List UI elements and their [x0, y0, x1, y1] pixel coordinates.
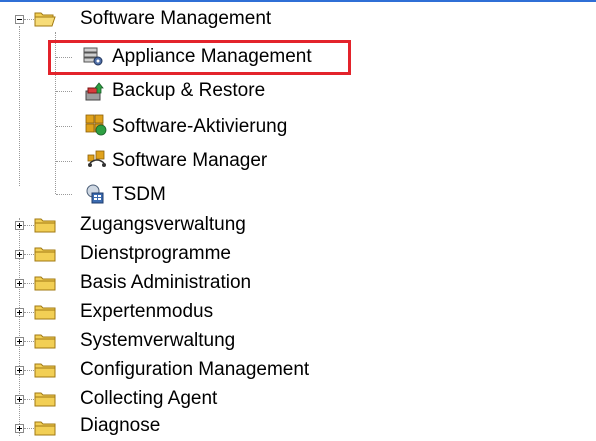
- tree-item-label: Expertenmodus: [80, 301, 214, 322]
- folder-icon: [34, 334, 56, 349]
- folder-icon: [34, 421, 56, 436]
- tree-connector-line: [24, 341, 34, 343]
- tree-item-label: Dienstprogramme: [80, 243, 231, 264]
- tree-item-collecting-agent[interactable]: Collecting Agent: [80, 384, 217, 414]
- tree-item-label: Software Management: [80, 8, 272, 29]
- expand-toggle[interactable]: [15, 366, 24, 375]
- software-manager-icon: [87, 150, 106, 167]
- tree-item-label: Diagnose: [80, 415, 161, 436]
- tree-connector-line: [19, 26, 21, 186]
- tree-item-diagnose[interactable]: Diagnose: [80, 411, 160, 441]
- tree-connector-line: [24, 399, 34, 401]
- tree-item-label: Collecting Agent: [80, 388, 218, 409]
- folder-icon: [34, 247, 56, 262]
- tree-item-label: Software Manager: [112, 150, 268, 171]
- expand-toggle[interactable]: [15, 279, 24, 288]
- tsdm-icon: [86, 184, 104, 204]
- tree-item-expertenmodus[interactable]: Expertenmodus: [80, 297, 213, 327]
- tree-item-label: Software-Aktivierung: [112, 116, 288, 137]
- tree-connector-line: [56, 161, 72, 163]
- tree-connector-line: [24, 19, 34, 21]
- tree-item-software-management[interactable]: Software Management: [80, 4, 271, 34]
- expand-toggle[interactable]: [15, 337, 24, 346]
- navigation-tree: Software Management Appliance Management…: [0, 0, 596, 441]
- tree-connector-line: [24, 428, 34, 430]
- tree-connector-line: [24, 283, 34, 285]
- tree-item-basis-administration[interactable]: Basis Administration: [80, 268, 251, 298]
- folder-icon: [34, 305, 56, 320]
- folder-icon: [34, 392, 56, 407]
- tree-connector-line: [56, 91, 72, 93]
- tree-item-label: Systemverwaltung: [80, 330, 236, 351]
- tree-item-software-aktivierung[interactable]: Software-Aktivierung: [112, 112, 287, 142]
- expand-toggle[interactable]: [15, 250, 24, 259]
- tree-connector-line: [24, 225, 34, 227]
- collapse-toggle[interactable]: [15, 15, 24, 24]
- folder-icon: [34, 276, 56, 291]
- folder-icon: [34, 363, 56, 378]
- tree-item-dienstprogramme[interactable]: Dienstprogramme: [80, 239, 231, 269]
- tree-item-backup-restore[interactable]: Backup & Restore: [112, 76, 265, 106]
- open-folder-icon: [34, 12, 56, 27]
- tree-item-tsdm[interactable]: TSDM: [112, 180, 166, 210]
- expand-toggle[interactable]: [15, 221, 24, 230]
- tree-item-software-manager[interactable]: Software Manager: [112, 146, 267, 176]
- tree-item-zugangsverwaltung[interactable]: Zugangsverwaltung: [80, 210, 246, 240]
- folder-icon: [34, 218, 56, 233]
- tree-connector-line: [24, 370, 34, 372]
- tree-item-label: Basis Administration: [80, 272, 252, 293]
- highlight-annotation-box: [48, 40, 351, 75]
- tree-item-systemverwaltung[interactable]: Systemverwaltung: [80, 326, 235, 356]
- tree-connector-line: [56, 194, 72, 196]
- tree-connector-line: [56, 126, 72, 128]
- tree-item-label: Zugangsverwaltung: [80, 214, 246, 235]
- backup-restore-icon: [85, 82, 104, 101]
- expand-toggle[interactable]: [15, 424, 24, 433]
- software-activation-icon: [85, 114, 107, 136]
- tree-item-label: TSDM: [112, 184, 166, 205]
- tree-item-configuration-management[interactable]: Configuration Management: [80, 355, 309, 385]
- tree-connector-line: [24, 254, 34, 256]
- tree-connector-line: [24, 312, 34, 314]
- expand-toggle[interactable]: [15, 308, 24, 317]
- expand-toggle[interactable]: [15, 395, 24, 404]
- tree-item-label: Backup & Restore: [112, 80, 266, 101]
- tree-item-label: Configuration Management: [80, 359, 310, 380]
